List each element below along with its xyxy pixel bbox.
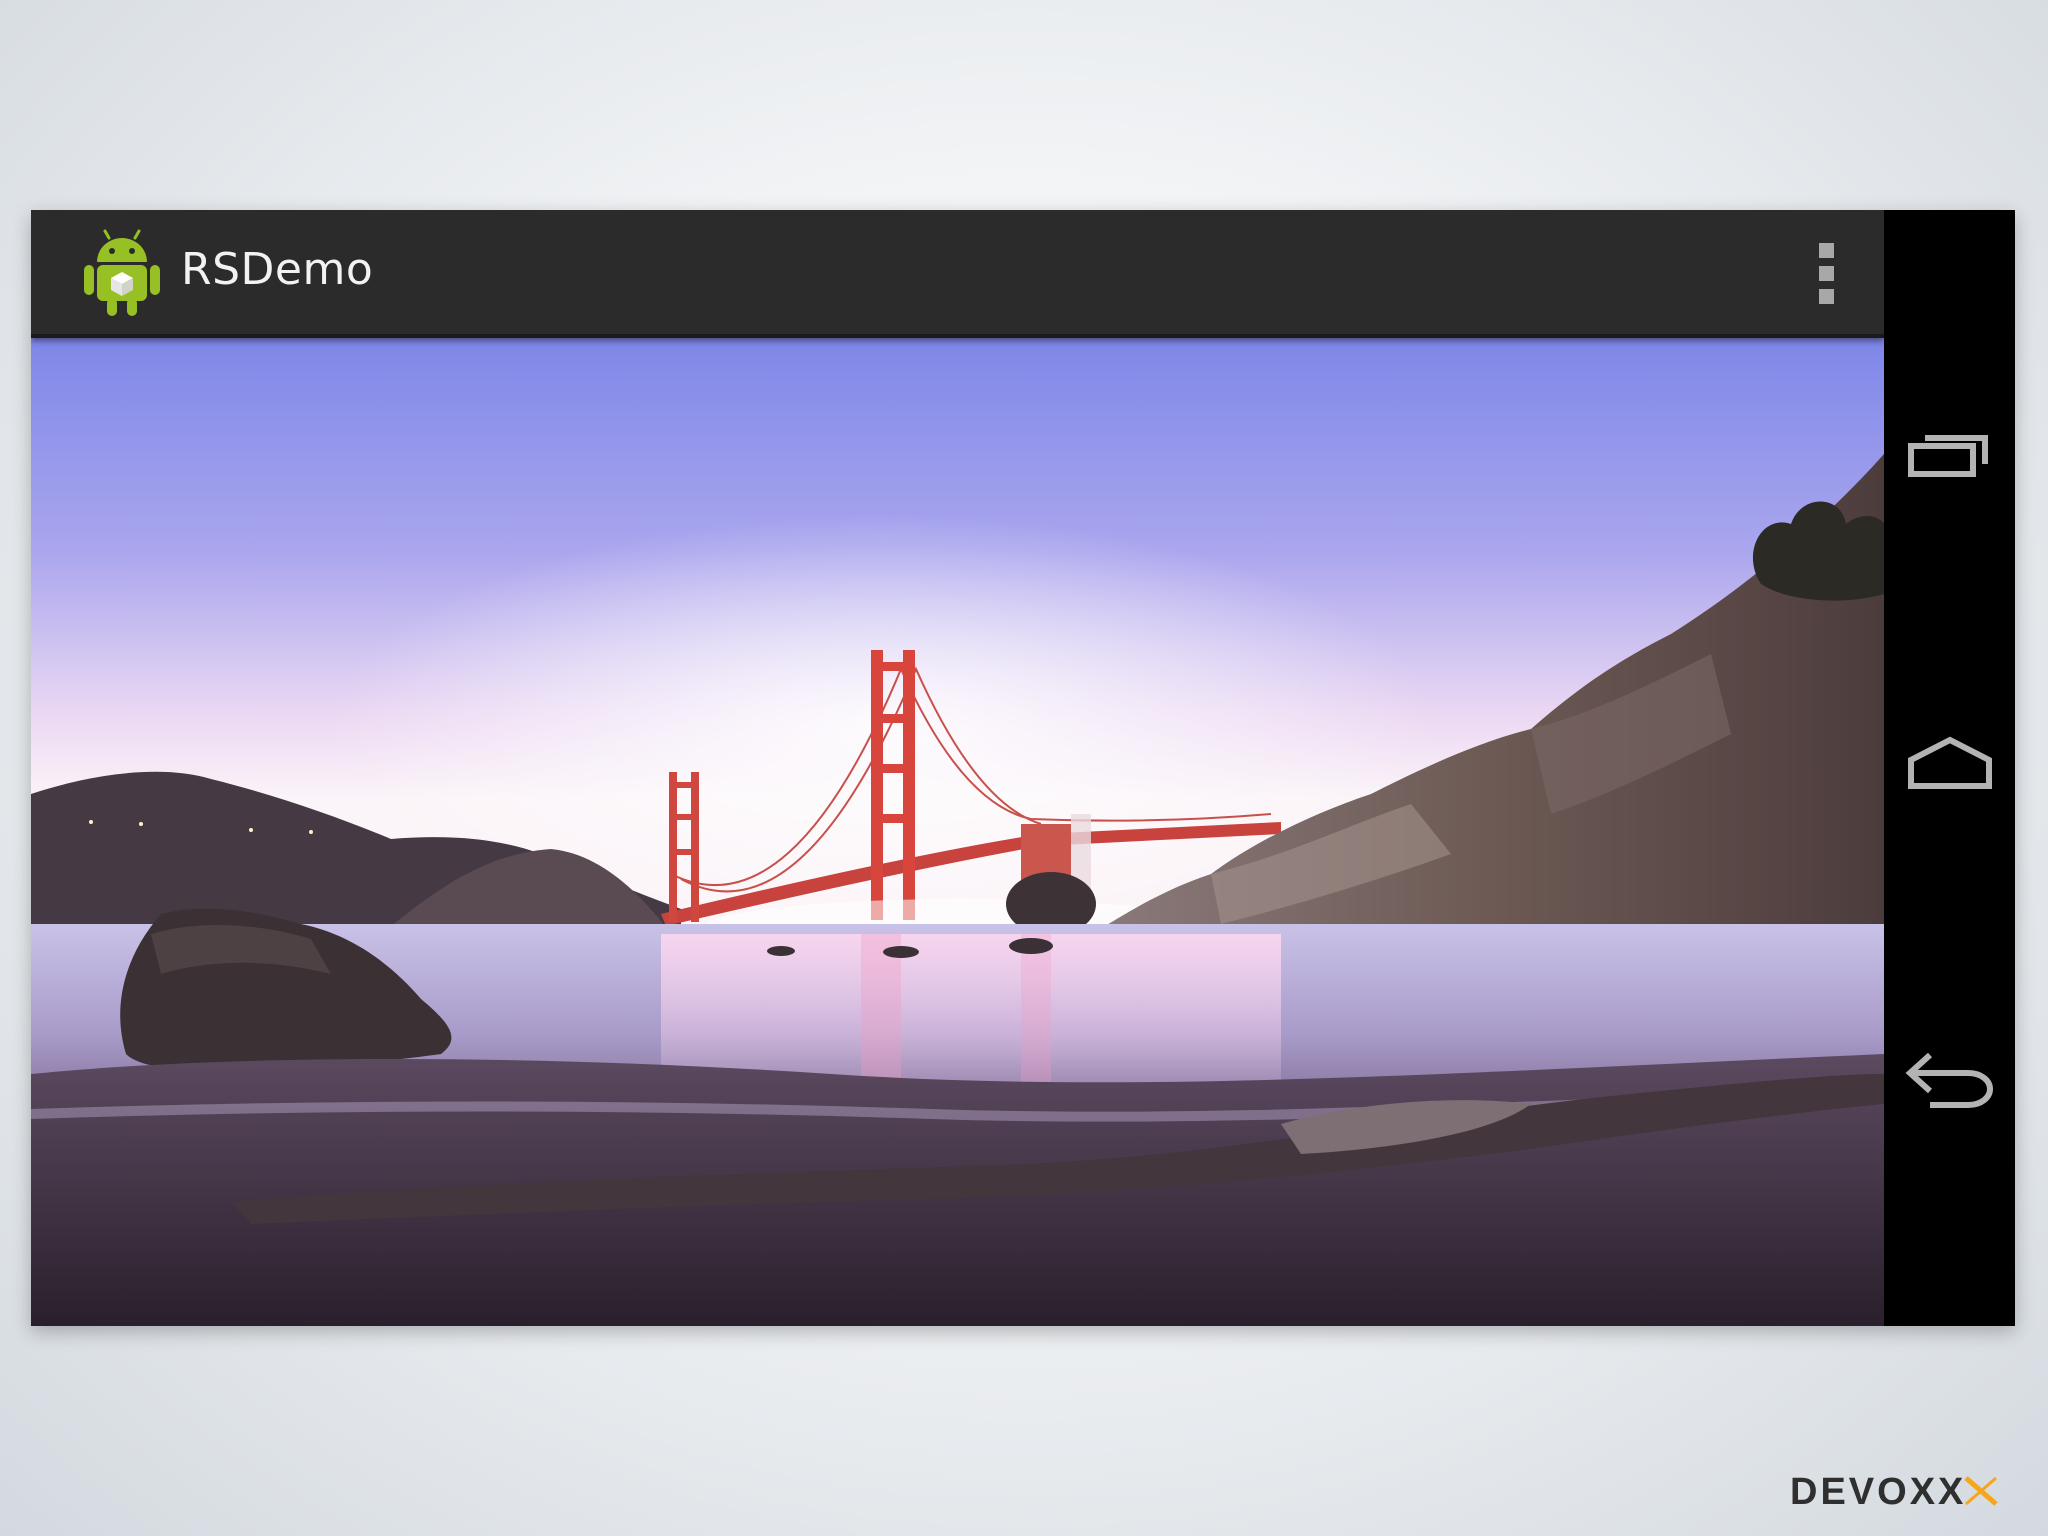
devoxx-logo-text: DEVOXX <box>1790 1471 1966 1510</box>
devoxx-logo: DEVOXX <box>1790 1471 1998 1510</box>
android-robot-icon[interactable] <box>81 228 163 318</box>
overflow-dot <box>1818 242 1834 258</box>
recent-apps-button[interactable] <box>1884 396 2015 516</box>
overflow-dot <box>1818 288 1834 304</box>
golden-gate-bridge-beach-photo <box>31 334 1884 1326</box>
navigation-bar <box>1884 210 2015 1326</box>
action-bar: RSDemo <box>31 210 1884 338</box>
home-icon <box>1907 736 1992 789</box>
back-button[interactable] <box>1884 1018 2015 1138</box>
overflow-menu-icon[interactable] <box>1791 238 1861 308</box>
home-button[interactable] <box>1884 704 2015 824</box>
app-window: RSDemo <box>31 210 1884 1326</box>
recent-apps-icon <box>1907 435 1988 477</box>
android-device-screen: RSDemo <box>31 210 2015 1326</box>
app-title: RSDemo <box>181 244 374 295</box>
overflow-dot <box>1818 265 1834 281</box>
back-icon <box>1905 1052 1993 1108</box>
